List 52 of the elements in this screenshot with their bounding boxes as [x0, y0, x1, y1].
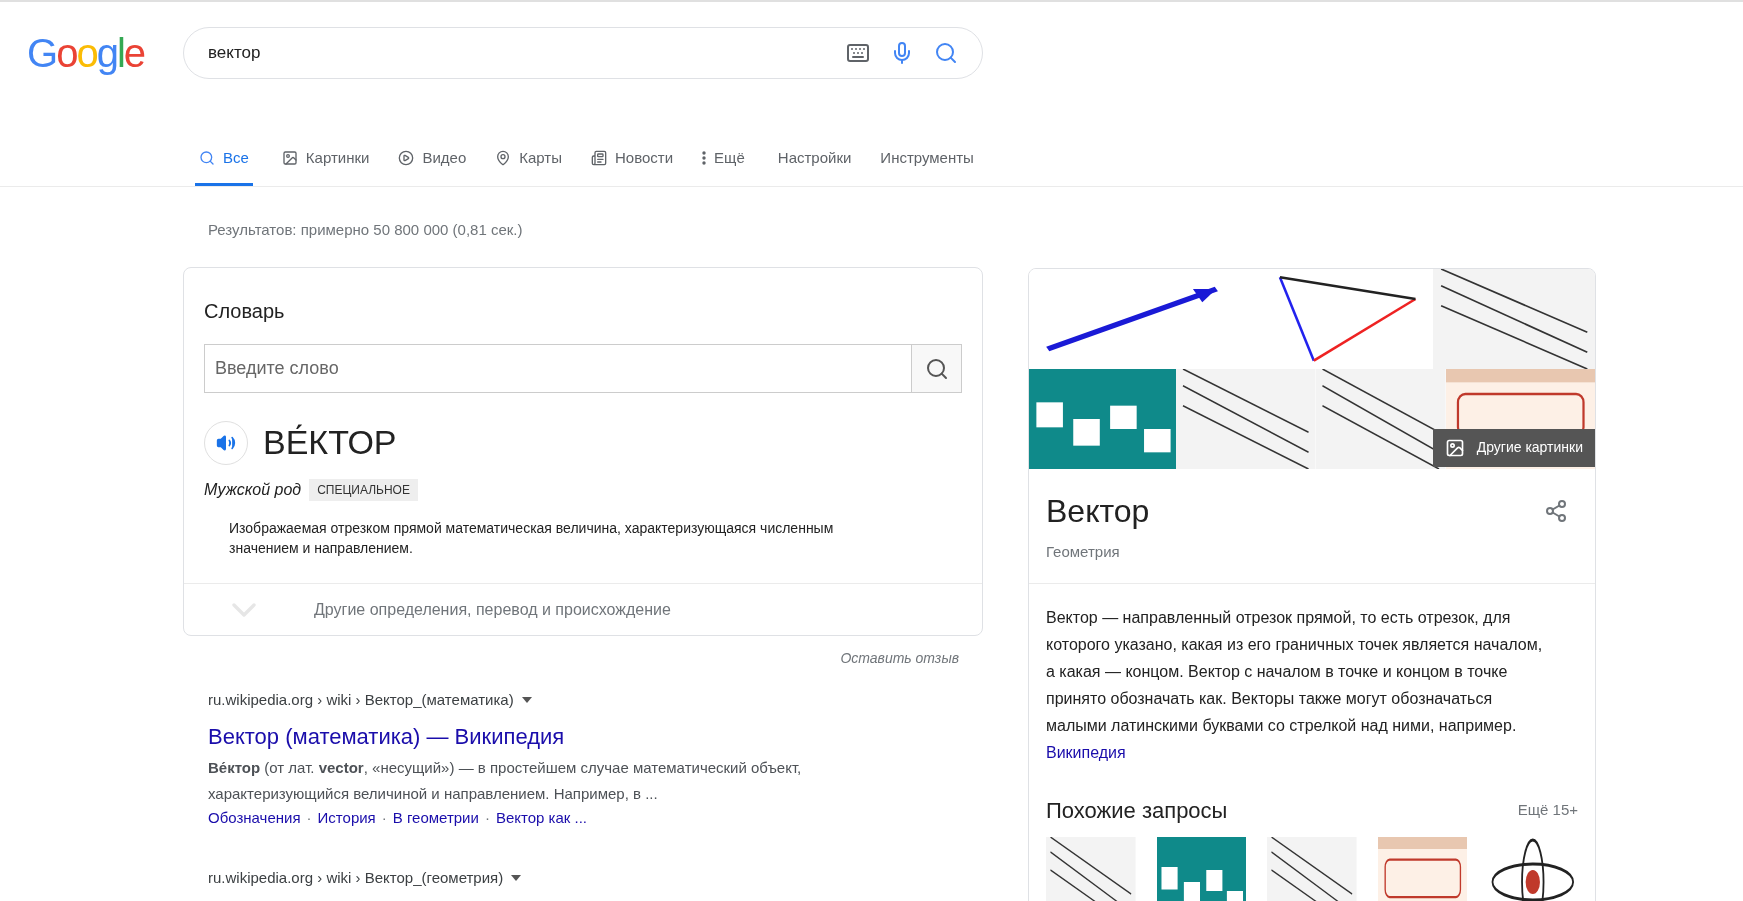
tools-link[interactable]: Настройки	[777, 141, 852, 186]
card-title: Словарь	[204, 299, 286, 324]
search-icon[interactable]	[934, 41, 958, 65]
result-url: ru.wikipedia.org › wiki › Вектор_(математика)	[208, 690, 514, 710]
word-input-field[interactable]: Введите слово	[204, 344, 912, 393]
sitelink[interactable]: История	[317, 806, 376, 829]
separator-dot: ·	[380, 807, 388, 828]
newspaper-icon	[591, 150, 607, 167]
result-title-link[interactable]: Вектор (математика) — Википедия	[208, 719, 983, 753]
sitelink[interactable]: Обозначения	[208, 806, 301, 829]
result-url: ru.wikipedia.org › wiki › Вектор_(геометрия)	[208, 868, 504, 888]
image-icon	[1444, 437, 1465, 458]
nav-tab[interactable]: Видео	[398, 141, 467, 186]
related-title: Похожие запросы	[1046, 797, 1228, 825]
caret-icon[interactable]	[511, 875, 522, 882]
usage-tag: СПЕЦИАЛЬНОЕ	[309, 479, 418, 501]
search-icon	[199, 150, 215, 167]
nav-tab[interactable]: Все	[195, 141, 253, 186]
gender-label: Мужской род	[204, 480, 302, 500]
share-icon[interactable]	[1544, 498, 1568, 523]
sitelink[interactable]: Вектор как ...	[495, 806, 587, 829]
nav-tab[interactable]: Картинки	[281, 141, 370, 186]
tools-link[interactable]: Инструменты	[880, 141, 974, 186]
source-link[interactable]: Википедия	[1046, 744, 1126, 761]
headword: ВЕ́КТОР	[263, 422, 397, 463]
result-snippet: Ве́ктор (от лат. vector, «несущий») — в простейшем случае математический объект, характеризующийся величиной и направлением. Например, в ...	[208, 757, 803, 804]
entity-subtitle: Геометрия	[1046, 541, 1121, 562]
vertical-dots-icon	[702, 151, 707, 166]
search-field[interactable]: вектор	[208, 40, 846, 66]
more-definitions-link[interactable]: Другие определения, перевод и происхождение	[184, 583, 982, 635]
separator-dot: ·	[305, 807, 313, 828]
feedback-link[interactable]: Оставить отзыв	[840, 648, 959, 669]
caret-icon[interactable]	[521, 697, 532, 704]
play-icon	[398, 150, 415, 167]
entity-description: Вектор — направленный отрезок прямой, то есть отрезок, для которого указано, какая из его граничных точек является началом, а какая — концом. Вектор с началом в точке и концом в точке принято обозначать как. Векторы также могут обозначаться малыми латинскими буквами со стрелкой над ними, например. Википедия	[1045, 608, 1544, 763]
sitelink[interactable]: В геометрии	[392, 806, 479, 829]
more-images-button[interactable]: Другие картинки	[1432, 428, 1595, 467]
image-icon	[281, 150, 298, 167]
keyboard-icon[interactable]	[846, 41, 870, 65]
nav-tab[interactable]: Карты	[495, 141, 562, 186]
separator-dot: ·	[483, 807, 491, 828]
google-logo[interactable]: Google	[27, 33, 167, 73]
speaker-icon	[216, 432, 236, 453]
search-icon	[924, 356, 949, 381]
map-pin-icon	[495, 150, 512, 167]
result-stats: Результатов: примерно 50 800 000 (0,81 сек.)	[208, 219, 524, 240]
nav-tab[interactable]: Новости	[591, 141, 674, 186]
nav-tab[interactable]: Ещё	[702, 141, 745, 186]
related-more-link[interactable]: Ещё 15+	[1517, 799, 1578, 822]
entity-title: Вектор	[1046, 491, 1150, 531]
definition-text: Изображаемая отрезком прямой математическая величина, характеризующаяся численным значением и направлением.	[229, 519, 835, 558]
search-button[interactable]	[912, 344, 962, 393]
